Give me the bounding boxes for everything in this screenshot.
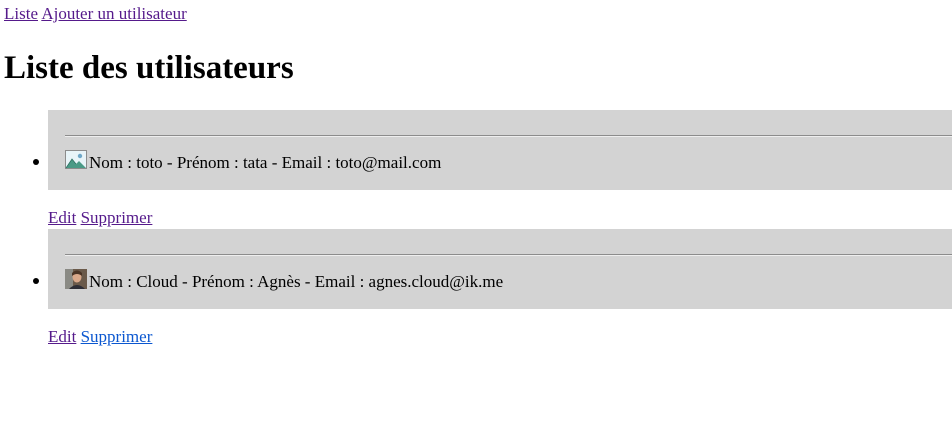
top-nav: Liste Ajouter un utilisateur bbox=[4, 4, 187, 24]
edit-link[interactable]: Edit bbox=[48, 208, 76, 227]
page: Liste Ajouter un utilisateur Liste des u… bbox=[0, 0, 952, 429]
user-info-text: Nom : toto - Prénom : tata - Email : tot… bbox=[89, 153, 442, 172]
page-title: Liste des utilisateurs bbox=[4, 50, 294, 86]
nav-link-list[interactable]: Liste bbox=[4, 4, 38, 23]
user-actions: Edit Supprimer bbox=[48, 208, 152, 228]
list-bullet bbox=[33, 278, 39, 284]
user-card: Nom : Cloud - Prénom : Agnès - Email : a… bbox=[33, 229, 952, 309]
user-info-row: Nom : Cloud - Prénom : Agnès - Email : a… bbox=[65, 269, 503, 293]
delete-link[interactable]: Supprimer bbox=[81, 208, 153, 227]
user-actions: Edit Supprimer bbox=[48, 327, 152, 347]
user-info-text: Nom : Cloud - Prénom : Agnès - Email : a… bbox=[89, 272, 504, 291]
separator-rule bbox=[65, 254, 952, 256]
list-bullet bbox=[33, 159, 39, 165]
user-photo-icon bbox=[65, 269, 88, 289]
broken-image-icon bbox=[65, 150, 88, 170]
nav-link-add-user[interactable]: Ajouter un utilisateur bbox=[41, 4, 186, 23]
user-card: Nom : toto - Prénom : tata - Email : tot… bbox=[33, 110, 952, 190]
user-info-row: Nom : toto - Prénom : tata - Email : tot… bbox=[65, 150, 441, 174]
delete-link[interactable]: Supprimer bbox=[81, 327, 153, 346]
separator-rule bbox=[65, 135, 952, 137]
edit-link[interactable]: Edit bbox=[48, 327, 76, 346]
